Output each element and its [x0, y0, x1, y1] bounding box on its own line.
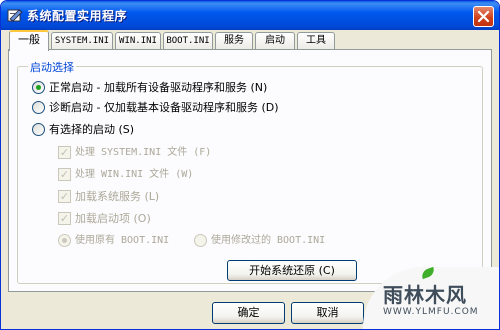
radio-selected-dot — [36, 85, 41, 90]
normal-startup-radio[interactable] — [32, 81, 45, 94]
process-win-ini-checkbox: ✓ — [58, 168, 71, 181]
window-title: 系统配置实用程序 — [27, 9, 128, 23]
ok-label: 确定 — [237, 306, 260, 319]
tab-general[interactable]: 一般 — [9, 30, 49, 51]
system-config-window: 系统配置实用程序 一般 SYSTEM.INI WIN.INI BOOT.INI … — [0, 0, 500, 330]
tab-label: 启动 — [265, 35, 285, 46]
msconfig-app-icon — [7, 9, 23, 22]
watermark-url: WWW.YLMFU.COM — [383, 307, 479, 317]
process-system-ini-checkbox: ✓ — [58, 146, 71, 159]
tab-label: WIN.INI — [119, 36, 157, 46]
watermark-text: 雨林木风 — [383, 283, 467, 307]
diagnostic-startup-label: 诊断启动 - 仅加载基本设备驱动程序和服务 (D) — [49, 101, 279, 114]
tab-system-ini[interactable]: SYSTEM.INI — [51, 32, 113, 49]
cancel-label: 取消 — [316, 306, 339, 319]
process-system-ini-label: 处理 SYSTEM.INI 文件 (F) — [75, 147, 212, 158]
ok-button[interactable]: 确定 — [212, 302, 285, 324]
title-bar[interactable]: 系统配置实用程序 — [1, 1, 499, 30]
load-startup-items-checkbox: ✓ — [58, 212, 71, 225]
tab-panel-general: 启动选择 正常启动 - 加载所有设备驱动程序和服务 (N) 诊断启动 - 仅加载… — [8, 49, 492, 292]
selective-startup-radio[interactable] — [32, 123, 45, 136]
tab-label: SYSTEM.INI — [54, 36, 110, 46]
tab-startup[interactable]: 启动 — [255, 32, 295, 49]
use-modified-boot-ini-label: 使用修改过的 BOOT.INI — [211, 235, 326, 246]
use-original-boot-ini-radio — [58, 234, 71, 247]
load-services-checkbox: ✓ — [58, 190, 71, 203]
tab-tools[interactable]: 工具 — [297, 32, 335, 49]
diagnostic-startup-radio[interactable] — [32, 101, 45, 114]
close-button[interactable] — [473, 6, 494, 27]
tab-label: 服务 — [224, 35, 244, 46]
tab-win-ini[interactable]: WIN.INI — [115, 32, 161, 49]
cancel-button[interactable]: 取消 — [291, 302, 364, 324]
load-startup-items-label: 加载启动项 (O) — [75, 212, 151, 225]
tab-label: 一般 — [18, 33, 40, 46]
startup-selection-group: 启动选择 正常启动 - 加载所有设备驱动程序和服务 (N) 诊断启动 - 仅加载… — [17, 59, 483, 284]
process-win-ini-label: 处理 WIN.INI 文件 (W) — [75, 169, 194, 180]
tab-label: BOOT.INI — [166, 36, 210, 46]
use-original-boot-ini-label: 使用原有 BOOT.INI — [75, 235, 170, 246]
load-services-label: 加载系统服务 (L) — [75, 190, 160, 203]
tab-boot-ini[interactable]: BOOT.INI — [163, 32, 213, 49]
normal-startup-label: 正常启动 - 加载所有设备驱动程序和服务 (N) — [49, 81, 268, 94]
launch-system-restore-button[interactable]: 开始系统还原 (C) — [227, 260, 357, 281]
tab-services[interactable]: 服务 — [215, 32, 253, 49]
system-restore-label: 开始系统还原 (C) — [249, 264, 335, 277]
tab-label: 工具 — [306, 35, 326, 46]
use-modified-boot-ini-radio — [194, 234, 207, 247]
close-icon — [477, 10, 490, 23]
group-caption: 启动选择 — [28, 59, 76, 75]
leaf-logo-icon — [420, 266, 436, 280]
radio-selected-dot — [62, 238, 67, 243]
selective-startup-label: 有选择的启动 (S) — [49, 123, 135, 136]
